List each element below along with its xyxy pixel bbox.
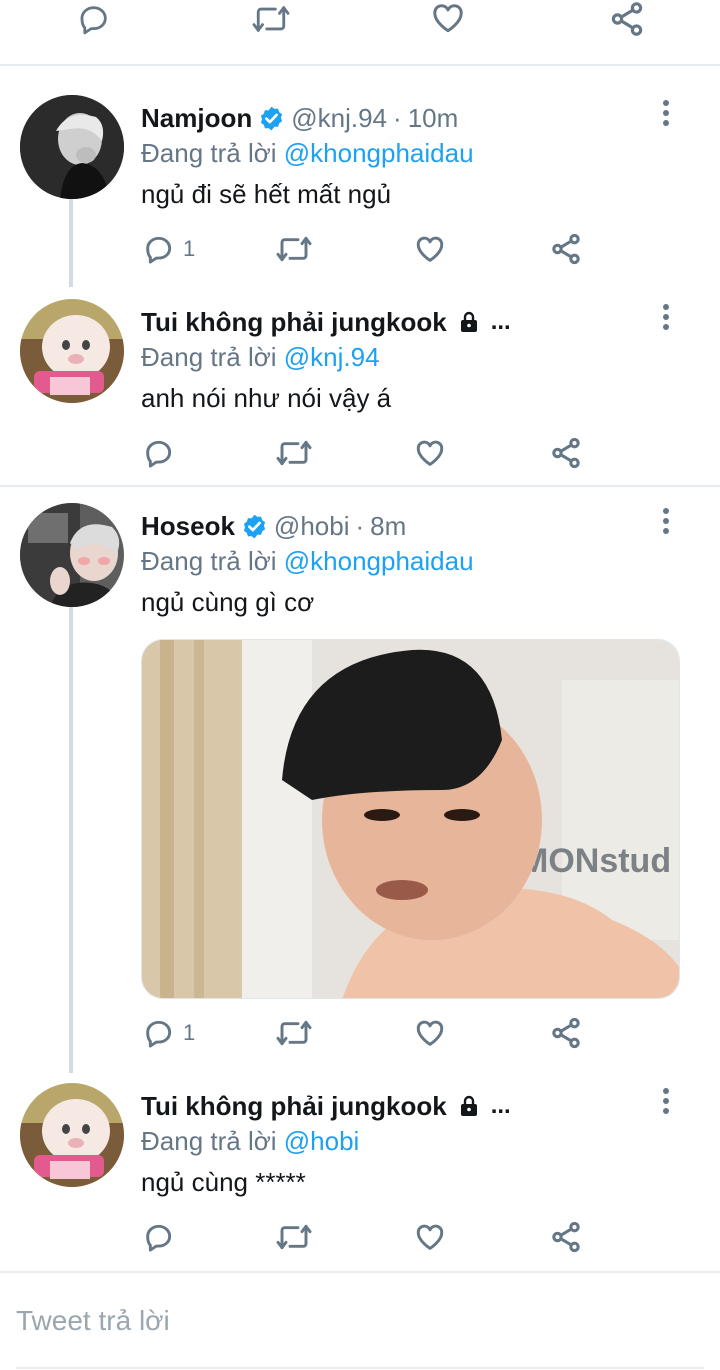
retweet-icon bbox=[276, 1020, 312, 1046]
reply-input[interactable] bbox=[16, 1301, 696, 1341]
tweet-media-image[interactable]: MONstud bbox=[141, 639, 680, 999]
reply-button[interactable] bbox=[143, 1217, 175, 1257]
retweet-button[interactable] bbox=[275, 433, 313, 473]
like-icon bbox=[416, 236, 444, 262]
tweet-header: Tui không phải jungkook ... bbox=[141, 304, 511, 340]
separator-dot: · bbox=[355, 510, 365, 541]
separator-dot: · bbox=[393, 102, 402, 133]
replying-to: Đang trả lời @knj.94 bbox=[141, 342, 380, 373]
tweet-actions: 1 bbox=[0, 229, 720, 269]
share-button[interactable] bbox=[549, 229, 583, 269]
replying-to: Đang trả lời @khongphaidau bbox=[141, 546, 474, 577]
handle: @knj.94 bbox=[291, 102, 388, 133]
like-icon bbox=[416, 440, 444, 466]
share-icon bbox=[552, 1017, 580, 1049]
name-truncation: ... bbox=[490, 1092, 511, 1119]
avatar-jungkook[interactable] bbox=[20, 1083, 124, 1187]
compose-underline bbox=[16, 1367, 704, 1369]
reply-button[interactable]: 1 bbox=[143, 1013, 195, 1053]
display-name[interactable]: Tui không phải jungkook bbox=[141, 307, 447, 338]
more-options-icon[interactable] bbox=[654, 304, 678, 334]
reply-button[interactable] bbox=[143, 433, 175, 473]
like-button[interactable] bbox=[413, 433, 447, 473]
reply-icon bbox=[146, 1020, 172, 1048]
lock-icon bbox=[457, 310, 481, 334]
reply-icon bbox=[146, 236, 172, 264]
replying-to: Đang trả lời @hobi bbox=[141, 1126, 359, 1157]
replying-label: Đang trả lời bbox=[141, 138, 284, 168]
more-options-icon[interactable] bbox=[654, 1088, 678, 1118]
reply-button[interactable]: 1 bbox=[143, 229, 195, 269]
lock-icon bbox=[457, 1094, 481, 1118]
tweet-actions bbox=[0, 433, 720, 473]
verified-badge-icon bbox=[258, 105, 285, 132]
display-name[interactable]: Tui không phải jungkook bbox=[141, 1091, 447, 1122]
tweet-reply-jungkook[interactable]: Tui không phải jungkook ... Đang trả lời… bbox=[0, 299, 720, 484]
tweet-header: Tui không phải jungkook ... bbox=[141, 1088, 511, 1124]
retweet-icon bbox=[276, 236, 312, 262]
divider bbox=[0, 485, 720, 487]
media-watermark-text: MONstud bbox=[520, 842, 671, 880]
tweet-actions: 1 bbox=[0, 1013, 720, 1053]
share-icon bbox=[552, 437, 580, 469]
display-name[interactable]: Namjoon bbox=[141, 103, 252, 134]
parent-tweet-actions bbox=[0, 0, 720, 66]
tweet-text: ngủ cùng gì cơ bbox=[141, 587, 315, 617]
share-button[interactable] bbox=[549, 1217, 583, 1257]
retweet-icon bbox=[276, 440, 312, 466]
reply-mention-link[interactable]: @khongphaidau bbox=[284, 546, 474, 576]
retweet-button[interactable] bbox=[275, 229, 313, 269]
reply-count: 1 bbox=[183, 1020, 196, 1045]
tweet-header: Namjoon @knj.94 · 10m bbox=[141, 100, 458, 136]
handle: @hobi bbox=[273, 510, 350, 541]
tweet-actions bbox=[0, 1217, 720, 1257]
like-icon bbox=[416, 1224, 444, 1250]
like-button[interactable] bbox=[413, 1013, 447, 1053]
share-icon bbox=[552, 233, 580, 265]
avatar-namjoon[interactable] bbox=[20, 95, 124, 199]
tweet-text: ngủ cùng ***** bbox=[141, 1167, 306, 1197]
like-button[interactable] bbox=[413, 1217, 447, 1257]
reply-icon[interactable] bbox=[76, 2, 112, 36]
like-icon bbox=[416, 1020, 444, 1046]
retweet-icon bbox=[276, 1224, 312, 1250]
tweet-header: Hoseok @hobi · 8m bbox=[141, 508, 406, 544]
avatar-hoseok[interactable] bbox=[20, 503, 124, 607]
verified-badge-icon bbox=[241, 513, 268, 540]
retweet-button[interactable] bbox=[275, 1217, 313, 1257]
like-button[interactable] bbox=[413, 229, 447, 269]
retweet-icon[interactable] bbox=[250, 2, 292, 36]
tweet-reply-jungkook-2[interactable]: Tui không phải jungkook ... Đang trả lời… bbox=[0, 1083, 720, 1268]
share-icon[interactable] bbox=[607, 0, 647, 38]
replying-label: Đang trả lời bbox=[141, 1126, 284, 1156]
more-options-icon[interactable] bbox=[654, 100, 678, 130]
retweet-button[interactable] bbox=[275, 1013, 313, 1053]
reply-count: 1 bbox=[183, 236, 196, 261]
like-icon[interactable] bbox=[429, 0, 467, 36]
tweet-text: ngủ đi sẽ hết mất ngủ bbox=[141, 179, 392, 209]
more-options-icon[interactable] bbox=[654, 508, 678, 538]
reply-icon bbox=[146, 440, 172, 468]
avatar-jungkook[interactable] bbox=[20, 299, 124, 403]
share-icon bbox=[552, 1221, 580, 1253]
share-button[interactable] bbox=[549, 1013, 583, 1053]
replying-label: Đang trả lời bbox=[141, 342, 284, 372]
name-truncation: ... bbox=[490, 308, 511, 335]
timestamp: 8m bbox=[370, 510, 407, 541]
tweet-text: anh nói như nói vậy á bbox=[141, 383, 392, 413]
reply-mention-link[interactable]: @khongphaidau bbox=[284, 138, 474, 168]
reply-mention-link[interactable]: @hobi bbox=[284, 1126, 360, 1156]
reply-icon bbox=[146, 1224, 172, 1252]
replying-to: Đang trả lời @khongphaidau bbox=[141, 138, 474, 169]
thread-line bbox=[69, 607, 73, 1073]
share-button[interactable] bbox=[549, 433, 583, 473]
display-name[interactable]: Hoseok bbox=[141, 511, 235, 542]
replying-label: Đang trả lời bbox=[141, 546, 284, 576]
reply-mention-link[interactable]: @knj.94 bbox=[284, 342, 380, 372]
timestamp: 10m bbox=[407, 102, 459, 133]
reply-compose-bar bbox=[0, 1271, 720, 1370]
